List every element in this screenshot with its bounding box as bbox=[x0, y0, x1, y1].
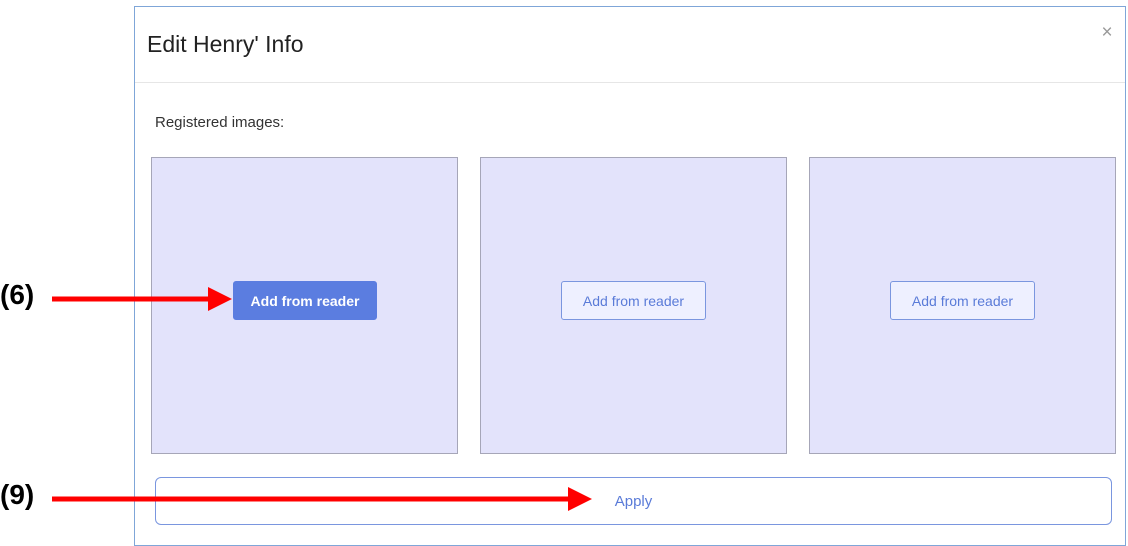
callout-arrows bbox=[52, 287, 592, 511]
callout-arrow-9 bbox=[52, 487, 592, 511]
callout-arrow-6 bbox=[52, 287, 232, 311]
